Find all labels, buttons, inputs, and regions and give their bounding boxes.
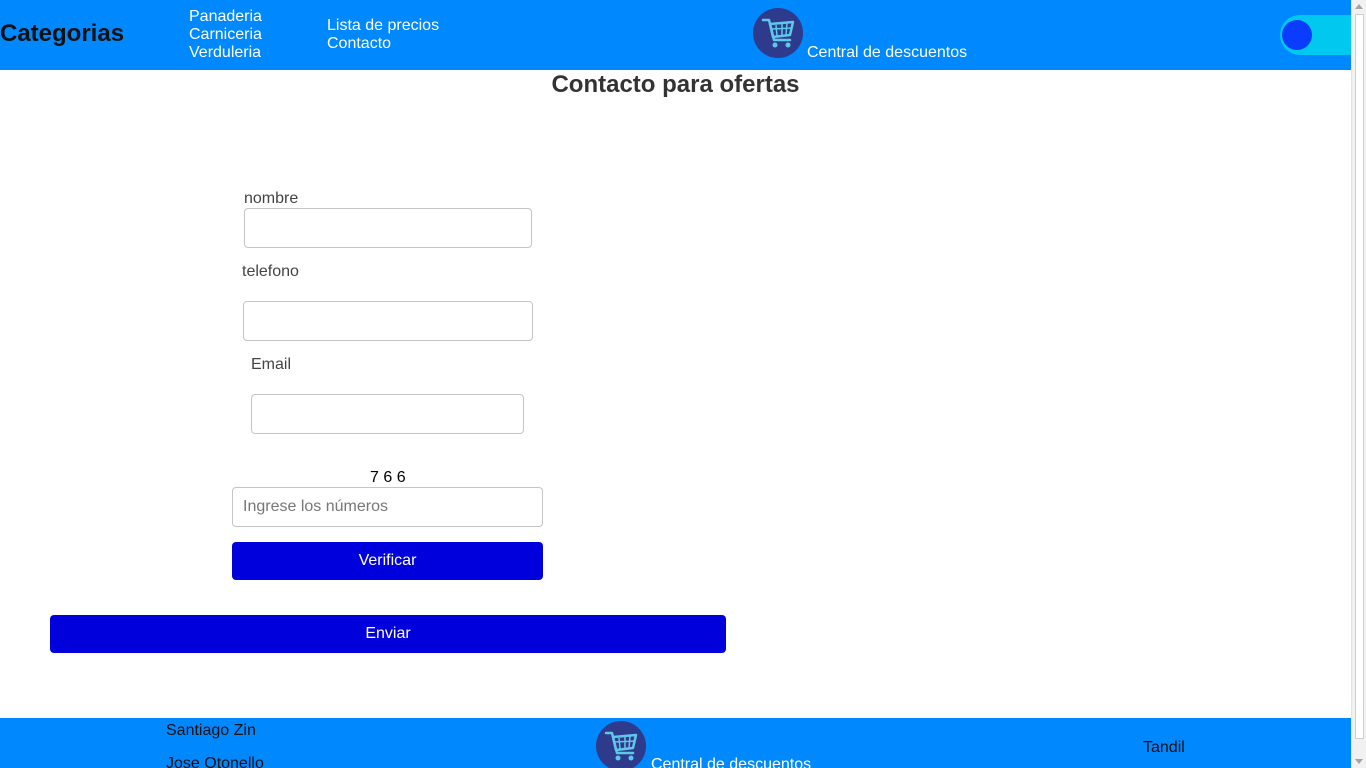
scroll-up-arrow-icon[interactable]: [1355, 4, 1363, 9]
telefono-input[interactable]: [243, 301, 533, 341]
captcha-input[interactable]: [232, 487, 543, 527]
nav-link-carniceria[interactable]: Carniceria: [189, 26, 262, 44]
nav-link-lista-de-precios[interactable]: Lista de precios: [327, 17, 439, 35]
shopping-cart-icon: [596, 721, 646, 768]
top-navbar: Categorias Panaderia Carniceria Verduler…: [0, 0, 1351, 70]
contact-section: Contacto para ofertas nombre telefono Em…: [0, 70, 1351, 718]
footer: Santiago Zin Jose Otonello Central de de…: [0, 718, 1351, 768]
page-title: Contacto para ofertas: [551, 71, 800, 98]
nav-pages: Lista de precios Contacto: [327, 17, 439, 53]
scrollbar-thumb[interactable]: [1355, 14, 1364, 739]
nav-link-contacto[interactable]: Contacto: [327, 35, 439, 53]
telefono-label: telefono: [242, 263, 299, 280]
vertical-scrollbar[interactable]: [1351, 0, 1366, 768]
logo-text[interactable]: Central de descuentos: [807, 44, 967, 62]
footer-city: Tandil: [1143, 739, 1185, 756]
footer-author: Santiago Zin: [166, 722, 256, 739]
submit-button[interactable]: Enviar: [50, 615, 726, 653]
email-label: Email: [251, 356, 292, 373]
footer-author: Jose Otonello: [166, 755, 264, 768]
nombre-label: nombre: [244, 190, 299, 207]
page: Categorias Panaderia Carniceria Verduler…: [0, 0, 1351, 768]
captcha-numbers: 7 6 6: [370, 469, 406, 486]
scroll-down-arrow-icon[interactable]: [1355, 759, 1363, 764]
nav-link-panaderia[interactable]: Panaderia: [189, 8, 262, 26]
email-input[interactable]: [251, 394, 524, 434]
brand-title: Categorias: [0, 20, 125, 47]
nav-categories: Panaderia Carniceria Verduleria: [189, 8, 262, 62]
theme-toggle[interactable]: [1280, 15, 1351, 55]
toggle-knob: [1282, 20, 1312, 50]
nombre-input[interactable]: [244, 208, 532, 248]
nav-link-verduleria[interactable]: Verduleria: [189, 44, 262, 62]
verify-button[interactable]: Verificar: [232, 542, 543, 580]
shopping-cart-icon[interactable]: [753, 8, 803, 58]
footer-logo-text: Central de descuentos: [651, 756, 812, 768]
